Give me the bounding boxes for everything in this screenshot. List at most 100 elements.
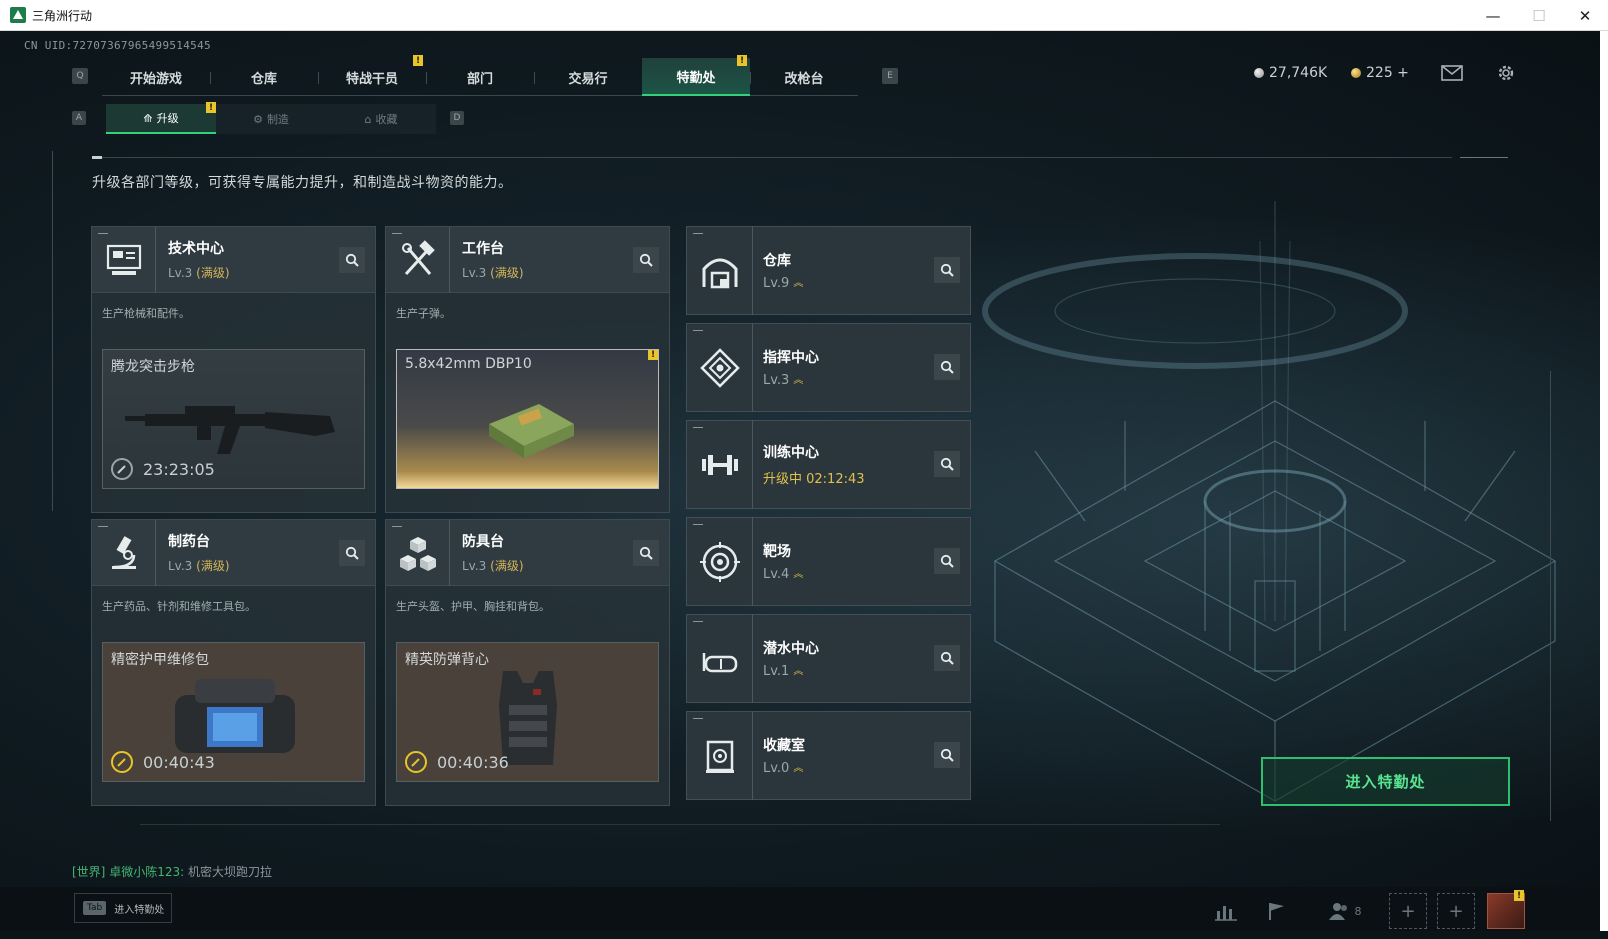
window-titlebar: 三角洲行动 — ☐ ✕ [0,0,1608,31]
max-level-tag: (满级) [196,266,230,280]
station-header: 制药台 Lv.3 (满级) [92,519,375,586]
gold-amount: 225 + [1366,65,1409,81]
frame-line [52,151,53,511]
tab-start-game[interactable]: 开始游戏 [102,58,210,96]
inspect-button[interactable] [633,540,659,566]
inspect-button[interactable] [934,742,960,768]
main-nav: 开始游戏 仓库 特战干员 ! 部门 交易行 特勤处 ! 改枪台 [102,55,858,96]
prev-tab-key-hint: Q [72,68,88,84]
inspect-button[interactable] [934,354,960,380]
max-level-tag: (满级) [490,266,524,280]
tab-operators[interactable]: 特战干员 ! [318,55,426,96]
minimize-button[interactable]: — [1470,0,1516,31]
facility-warehouse[interactable]: 仓库 Lv.9 ︽ [686,226,971,315]
maximize-button[interactable]: ☐ [1516,0,1562,31]
command-icon [687,323,753,412]
tab-department[interactable]: 部门 [426,58,534,96]
flag-icon[interactable] [1256,891,1296,931]
facility-collection-room[interactable]: 收藏室 Lv.0 ︽ [686,711,971,800]
station-name: 技术中心 [168,241,224,257]
close-button[interactable]: ✕ [1562,0,1608,31]
tab-special-ops[interactable]: 特勤处 ! [642,55,750,96]
max-level-tag: (满级) [490,559,524,573]
subtab-upgrade[interactable]: ⟰ 升级 ! [106,102,216,134]
notification-badge: ! [648,350,658,360]
facility-name: 收藏室 [763,738,805,754]
add-squad-slot-button[interactable]: + [1389,893,1427,929]
inspect-button[interactable] [934,548,960,574]
facility-diving-center[interactable]: 潜水中心 Lv.1 ︽ [686,614,971,703]
facility-shooting-range[interactable]: 靶场 Lv.4 ︽ [686,517,971,606]
inspect-button[interactable] [633,247,659,273]
facility-command-center[interactable]: 指挥中心 Lv.3 ︽ [686,323,971,412]
gold-currency[interactable]: 225 + [1351,65,1409,81]
avatar[interactable]: ! [1487,890,1525,929]
upgrade-chevron-icon: ︽ [793,665,804,677]
chat-line[interactable]: [世界] 卓微小陈123: 机密大坝跑刀拉 [72,863,272,880]
station-level: Lv.3 (满级) [168,557,230,574]
dumbbell-icon [687,420,753,509]
inspect-button[interactable] [934,645,960,671]
production-slot[interactable]: 腾龙突击步枪 23:23:05 [102,349,365,489]
target-icon [687,517,753,606]
tab-label: 改枪台 [784,71,824,87]
window-edge [1600,31,1608,931]
inspect-button[interactable] [934,257,960,283]
vault-icon [687,711,753,800]
subtab-label: 制造 [266,113,289,126]
station-card-armor[interactable]: 防具台 Lv.3 (满级) 生产头盔、护甲、胸挂和背包。 精英防弹背心 00:4… [385,519,670,806]
tab-trading[interactable]: 交易行 [534,58,642,96]
next-tab-key-hint: E [882,68,898,84]
search-icon [940,263,954,277]
subtab-label: 收藏 [375,113,398,126]
warehouse-icon [687,226,753,315]
tab-label: 交易行 [568,71,608,87]
cubes-icon [386,519,450,586]
production-slot[interactable]: 5.8x42mm DBP10 ! [396,349,659,489]
friends-button[interactable]: 8 [1320,891,1370,931]
facility-name: 仓库 [763,253,791,269]
ammo-box-image [489,404,574,458]
station-header: 技术中心 Lv.3 (满级) [92,226,375,293]
timer-value: 23:23:05 [143,459,215,479]
tab-label: 仓库 [250,71,277,87]
inspect-button[interactable] [934,451,960,477]
tab-gunsmith[interactable]: 改枪台 [750,58,858,96]
station-description: 生产药品、针剂和维修工具包。 [102,600,256,613]
stats-icon[interactable] [1206,891,1246,931]
add-squad-slot-button[interactable]: + [1437,893,1475,929]
tab-warehouse[interactable]: 仓库 [210,58,318,96]
player-uid: CN UID:72707367965499514545 [24,39,211,52]
subtab-collection[interactable]: ⌂ 收藏 [326,104,436,134]
frame-line [1550,371,1551,821]
microscope-icon [92,519,156,586]
facility-name: 靶场 [763,544,791,560]
goggles-icon [687,614,753,703]
station-card-workbench[interactable]: 工作台 Lv.3 (满级) 生产子弹。 5.8x42mm DBP10 ! [385,226,670,513]
frame-line [140,824,1220,825]
production-slot[interactable]: 精密护甲维修包 00:40:43 [102,642,365,782]
station-header: 防具台 Lv.3 (满级) [386,519,669,586]
subtab-craft[interactable]: ⚙ 制造 [216,104,326,134]
station-card-tech-center[interactable]: 技术中心 Lv.3 (满级) 生产枪械和配件。 腾龙突击步枪 23:23:05 [91,226,376,513]
enter-special-ops-button[interactable]: 进入特勤处 [1261,757,1510,806]
hammer-wrench-icon [386,226,450,293]
station-description: 生产头盔、护甲、胸挂和背包。 [396,600,550,613]
next-subtab-key-hint: D [450,111,464,125]
station-card-pharmacy[interactable]: 制药台 Lv.3 (满级) 生产药品、针剂和维修工具包。 精密护甲维修包 00:… [91,519,376,806]
production-slot[interactable]: 精英防弹背心 00:40:36 [396,642,659,782]
upgrade-icon: ⟰ [143,111,153,125]
station-level: Lv.3 (满级) [168,264,230,281]
facility-name: 训练中心 [763,445,819,461]
friends-icon [1328,903,1347,920]
wrench-timer-icon [111,751,133,773]
gold-coin-icon [1351,68,1361,78]
inspect-button[interactable] [339,247,365,273]
mail-icon[interactable] [1440,61,1464,85]
notification-badge: ! [206,102,216,113]
gear-icon[interactable] [1494,61,1518,85]
tab-shortcut-hint[interactable]: Tab 进入特勤处 [74,893,172,923]
production-timer: 00:40:36 [405,751,509,773]
facility-training-center[interactable]: 训练中心 升级中 02:12:43 [686,420,971,509]
inspect-button[interactable] [339,540,365,566]
